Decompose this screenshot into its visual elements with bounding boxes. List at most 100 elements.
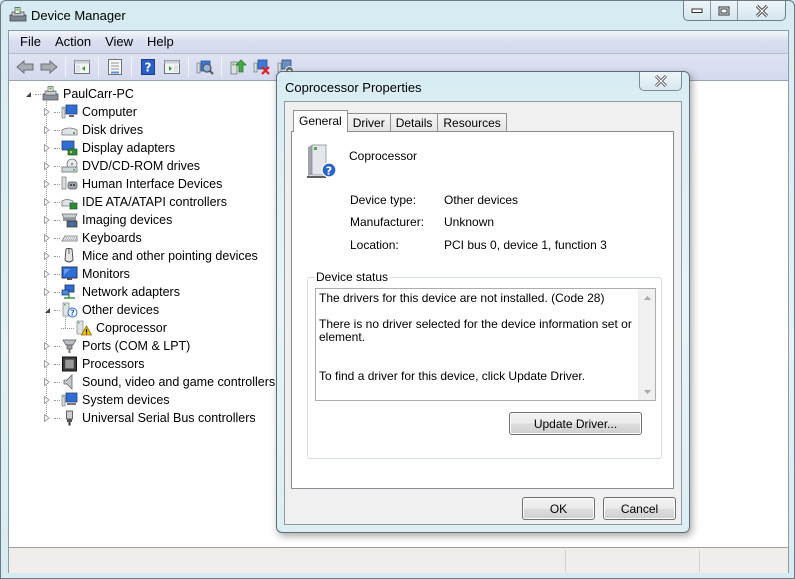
tree-item-label: System devices bbox=[82, 393, 170, 407]
properties-icon bbox=[108, 59, 122, 75]
minimize-icon bbox=[691, 8, 703, 13]
scroll-up-button[interactable] bbox=[639, 289, 656, 306]
tree-connector bbox=[54, 219, 60, 221]
tree-connector bbox=[54, 129, 60, 131]
uninstall-device-button[interactable] bbox=[251, 56, 273, 78]
expand-arrow-icon[interactable] bbox=[42, 143, 52, 153]
tree-connector bbox=[54, 273, 60, 275]
expand-arrow-icon[interactable] bbox=[42, 179, 52, 189]
expand-arrow-icon[interactable] bbox=[42, 125, 52, 135]
show-hide-console-tree-button[interactable] bbox=[71, 56, 93, 78]
status-scrollbar[interactable] bbox=[638, 289, 655, 400]
system-device-icon bbox=[61, 392, 78, 409]
back-button[interactable] bbox=[14, 56, 36, 78]
toolbar-separator bbox=[98, 57, 99, 77]
expand-arrow-icon[interactable] bbox=[42, 251, 52, 261]
tree-category[interactable]: Computer bbox=[42, 103, 137, 121]
mouse-icon bbox=[61, 248, 78, 265]
tree-category[interactable]: Monitors bbox=[42, 265, 130, 283]
expand-arrow-icon[interactable] bbox=[42, 197, 52, 207]
tree-category[interactable]: Processors bbox=[42, 355, 145, 373]
toolbar-separator bbox=[188, 57, 189, 77]
tree-category[interactable]: Keyboards bbox=[42, 229, 142, 247]
expand-arrow-icon[interactable] bbox=[42, 269, 52, 279]
tree-connector bbox=[54, 201, 60, 203]
tree-item-label: Other devices bbox=[82, 303, 160, 317]
maximize-button[interactable] bbox=[711, 1, 738, 20]
show-hide-console-tree-icon bbox=[74, 60, 90, 74]
expand-arrow-icon[interactable] bbox=[42, 215, 52, 225]
menu-file[interactable]: File bbox=[13, 31, 48, 53]
tree-category[interactable]: Sound, video and game controllers bbox=[42, 373, 275, 391]
scroll-up-arrow-icon bbox=[644, 295, 651, 300]
expand-arrow-icon[interactable] bbox=[42, 395, 52, 405]
unknown-device-icon: ? bbox=[61, 302, 78, 319]
device-manager-icon bbox=[9, 7, 27, 23]
tree-category[interactable]: Ports (COM & LPT) bbox=[42, 337, 190, 355]
tree-connector bbox=[54, 291, 60, 293]
tree-item-label: Mice and other pointing devices bbox=[82, 249, 258, 263]
menu-help[interactable]: Help bbox=[140, 31, 181, 53]
tree-category[interactable]: Mice and other pointing devices bbox=[42, 247, 258, 265]
tree-item-label: Ports (COM & LPT) bbox=[82, 339, 191, 353]
tab-driver[interactable]: Driver bbox=[346, 113, 391, 132]
menu-view[interactable]: View bbox=[98, 31, 140, 53]
tree-category[interactable]: System devices bbox=[42, 391, 170, 409]
scroll-down-button[interactable] bbox=[639, 383, 656, 400]
tree-device[interactable]: Coprocessor bbox=[61, 319, 167, 337]
expand-arrow-icon[interactable] bbox=[42, 107, 52, 117]
title-bar: Device Manager bbox=[1, 1, 794, 31]
expand-arrow-icon[interactable] bbox=[42, 413, 52, 423]
tree-connector bbox=[54, 363, 60, 365]
tree-item-label: Display adapters bbox=[82, 141, 176, 155]
expand-arrow-icon[interactable] bbox=[42, 287, 52, 297]
ok-button[interactable]: OK bbox=[522, 497, 595, 520]
tree-category[interactable]: IDE ATA/ATAPI controllers bbox=[42, 193, 227, 211]
tree-category[interactable]: Universal Serial Bus controllers bbox=[42, 409, 256, 427]
expand-arrow-icon[interactable] bbox=[42, 341, 52, 351]
close-button[interactable] bbox=[738, 1, 785, 20]
tree-category[interactable]: ? Other devices bbox=[42, 301, 159, 319]
imaging-device-icon bbox=[61, 212, 78, 229]
tree-item-label: Keyboards bbox=[82, 231, 142, 245]
tree-root[interactable]: PaulCarr-PC bbox=[23, 85, 134, 103]
processor-icon bbox=[61, 356, 78, 373]
collapse-arrow-icon[interactable] bbox=[42, 305, 52, 315]
tree-category[interactable]: Display adapters bbox=[42, 139, 175, 157]
toolbar-separator bbox=[131, 57, 132, 77]
properties-button[interactable] bbox=[104, 56, 126, 78]
expand-arrow-icon[interactable] bbox=[42, 377, 52, 387]
dialog-close-button[interactable] bbox=[639, 72, 682, 91]
tree-category[interactable]: Human Interface Devices bbox=[42, 175, 222, 193]
general-tab-panel: ? Coprocessor Device type: Other devices… bbox=[291, 131, 674, 489]
update-driver-button[interactable]: Update Driver... bbox=[509, 412, 642, 435]
tab-general[interactable]: General bbox=[293, 110, 348, 132]
tab-resources[interactable]: Resources bbox=[437, 113, 507, 132]
expand-arrow-icon[interactable] bbox=[42, 233, 52, 243]
minimize-button[interactable] bbox=[684, 1, 711, 20]
help-button[interactable]: ? bbox=[137, 56, 159, 78]
tree-category[interactable]: Imaging devices bbox=[42, 211, 172, 229]
scan-hardware-button[interactable] bbox=[194, 56, 216, 78]
collapse-arrow-icon[interactable] bbox=[23, 89, 33, 99]
device-status-group: Device status The drivers for this devic… bbox=[307, 270, 662, 459]
tab-details[interactable]: Details bbox=[389, 113, 439, 132]
device-status-textbox[interactable]: The drivers for this device are not inst… bbox=[315, 288, 656, 401]
tree-item-label: Universal Serial Bus controllers bbox=[82, 411, 256, 425]
device-type-label: Device type: bbox=[350, 193, 417, 207]
tree-connector bbox=[54, 255, 60, 257]
tree-category[interactable]: Network adapters bbox=[42, 283, 180, 301]
menu-action[interactable]: Action bbox=[48, 31, 98, 53]
show-hide-action-pane-button[interactable] bbox=[161, 56, 183, 78]
tree-category[interactable]: Disk drives bbox=[42, 121, 143, 139]
update-driver-button[interactable] bbox=[227, 56, 249, 78]
tree-category[interactable]: DVD/CD-ROM drives bbox=[42, 157, 200, 175]
help-icon: ? bbox=[141, 59, 155, 75]
close-icon bbox=[755, 4, 768, 17]
expand-arrow-icon[interactable] bbox=[42, 161, 52, 171]
device-status-text: The drivers for this device are not inst… bbox=[319, 291, 632, 383]
device-type-value: Other devices bbox=[444, 193, 519, 207]
expand-arrow-icon[interactable] bbox=[42, 359, 52, 369]
cancel-button[interactable]: Cancel bbox=[603, 497, 676, 520]
forward-button[interactable] bbox=[38, 56, 60, 78]
